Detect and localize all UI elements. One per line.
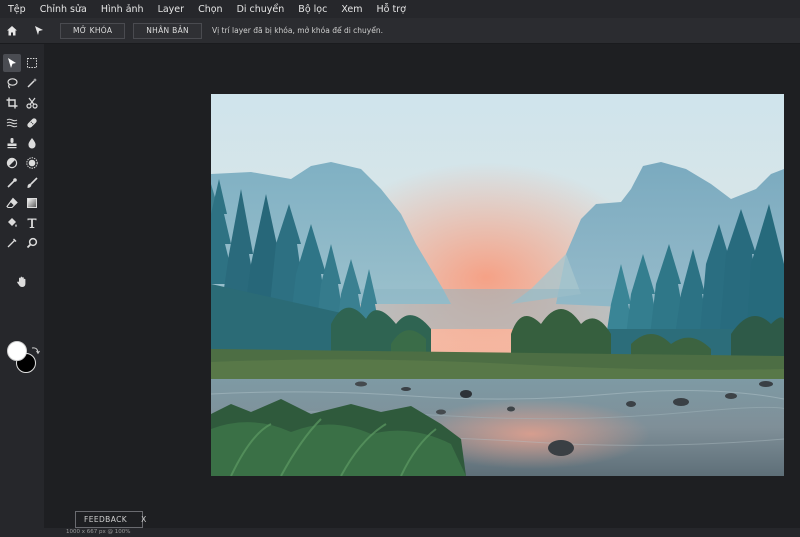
tool-panel xyxy=(0,44,44,537)
brush-icon[interactable] xyxy=(23,174,41,192)
swap-colors-icon[interactable] xyxy=(30,340,40,355)
menu-image[interactable]: Hình ảnh xyxy=(101,4,144,15)
eyedropper-icon[interactable] xyxy=(3,174,21,192)
clone-stamp-icon[interactable] xyxy=(3,134,21,152)
marquee-tool-icon[interactable] xyxy=(23,54,41,72)
menu-help[interactable]: Hỗ trợ xyxy=(377,4,406,15)
menu-view[interactable]: Xem xyxy=(341,4,362,15)
home-icon[interactable] xyxy=(0,18,24,44)
menu-edit[interactable]: Chỉnh sửa xyxy=(40,4,87,15)
pen-tool-icon[interactable] xyxy=(3,234,21,252)
paint-bucket-icon[interactable] xyxy=(3,214,21,232)
gradient-icon[interactable] xyxy=(23,194,41,212)
sponge-icon[interactable] xyxy=(23,154,41,172)
lasso-tool-icon[interactable] xyxy=(3,74,21,92)
move-tool-icon[interactable] xyxy=(3,54,21,72)
scissors-icon[interactable] xyxy=(23,94,41,112)
unlock-button[interactable]: MỞ KHÓA xyxy=(60,22,126,39)
move-cursor-icon[interactable] xyxy=(26,18,50,44)
image-size-status: 1000 x 667 px @ 100% xyxy=(66,529,131,535)
menu-move[interactable]: Di chuyển xyxy=(237,4,285,15)
duplicate-button[interactable]: NHÂN BẢN xyxy=(133,22,202,39)
landscape-photo xyxy=(211,94,784,476)
healing-brush-icon[interactable] xyxy=(23,114,41,132)
liquify-icon[interactable] xyxy=(3,114,21,132)
menu-select[interactable]: Chọn xyxy=(198,4,223,15)
layer-locked-message: Vị trí layer đã bị khóa, mở khóa để di c… xyxy=(211,26,383,35)
magic-wand-icon[interactable] xyxy=(23,74,41,92)
zoom-icon[interactable] xyxy=(23,234,41,252)
crop-tool-icon[interactable] xyxy=(3,94,21,112)
menu-filter[interactable]: Bộ lọc xyxy=(298,4,327,15)
feedback-label: FEEDBACK xyxy=(84,515,128,524)
feedback-button[interactable]: FEEDBACK X xyxy=(75,511,146,528)
foreground-color-swatch[interactable] xyxy=(7,341,27,361)
hand-tool-icon[interactable] xyxy=(13,273,31,291)
text-tool-icon[interactable] xyxy=(23,214,41,232)
eraser-icon[interactable] xyxy=(3,194,21,212)
blur-drop-icon[interactable] xyxy=(23,134,41,152)
dodge-burn-icon[interactable] xyxy=(3,154,21,172)
menu-file[interactable]: Tệp xyxy=(8,4,26,15)
status-bar xyxy=(44,528,800,537)
menu-bar: Tệp Chỉnh sửa Hình ảnh Layer Chọn Di chu… xyxy=(0,0,800,18)
menu-layer[interactable]: Layer xyxy=(158,4,185,15)
options-bar: MỞ KHÓA NHÂN BẢN Vị trí layer đã bị khóa… xyxy=(0,18,800,44)
feedback-close-icon[interactable]: X xyxy=(141,515,147,524)
canvas-image[interactable] xyxy=(211,94,784,476)
